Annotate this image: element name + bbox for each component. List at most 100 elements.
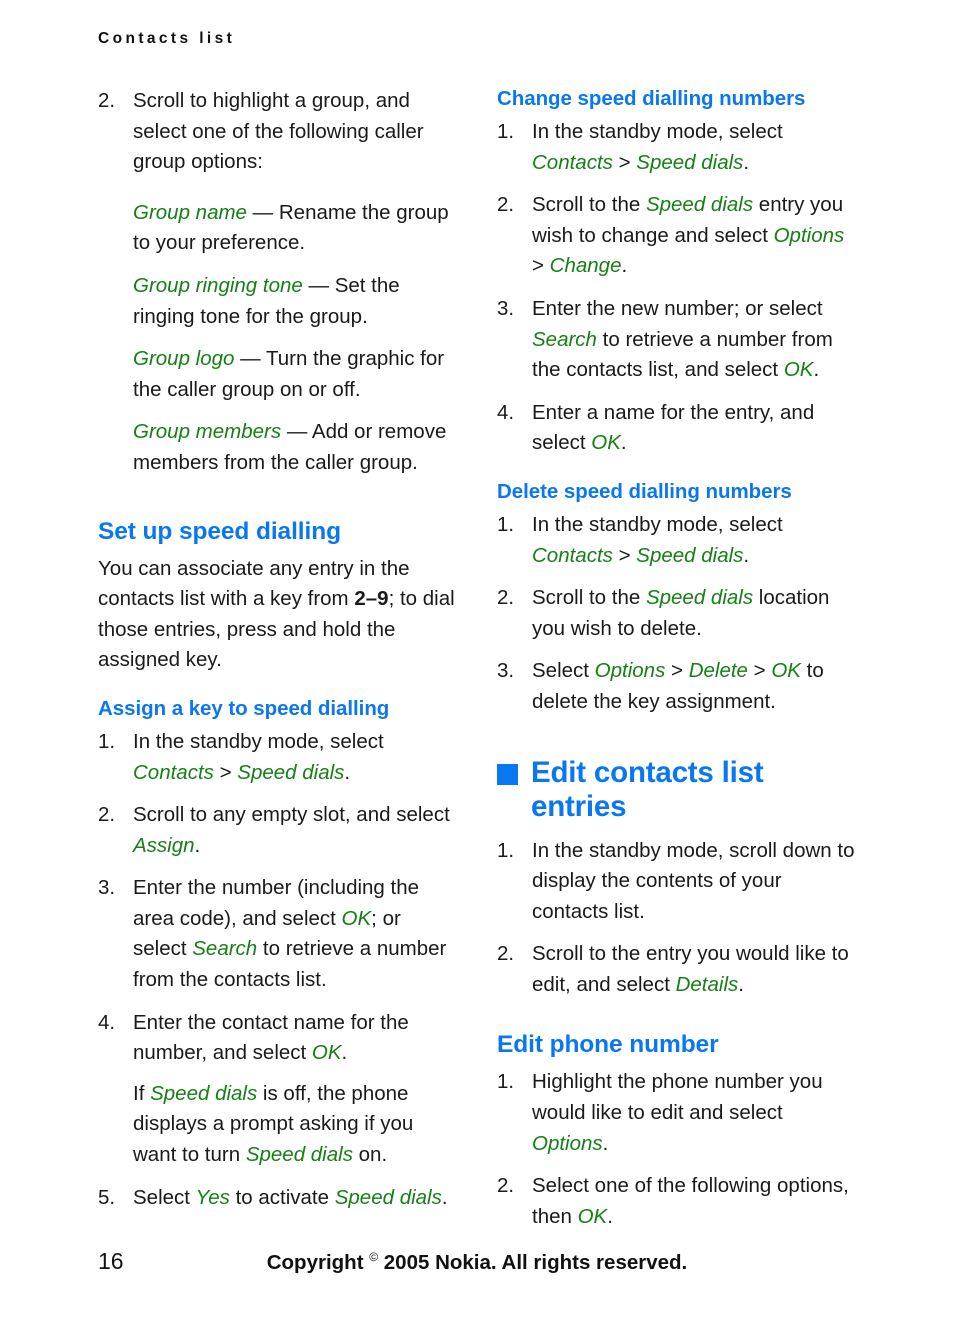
two-column-body: 2. Scroll to highlight a group, and selec… bbox=[98, 86, 870, 1228]
note-text-post: on. bbox=[352, 1143, 388, 1167]
list-number: 2. bbox=[497, 942, 515, 966]
list-item: 1. In the standby mode, select Contacts >… bbox=[497, 117, 857, 178]
list-number: 2. bbox=[98, 803, 116, 827]
step-text-pre: Enter the contact name for the number, a… bbox=[133, 1010, 409, 1065]
ui-term: OK bbox=[311, 1041, 342, 1065]
step-text-pre: Enter the new number; or select bbox=[532, 296, 823, 320]
ui-term: Contacts bbox=[532, 543, 613, 567]
note-text-pre: If bbox=[133, 1081, 151, 1105]
list-item: 4. Enter a name for the entry, and select… bbox=[497, 398, 857, 459]
ui-term: Speed dials bbox=[636, 543, 744, 567]
path-separator: > bbox=[747, 659, 772, 683]
ui-term: Speed dials bbox=[645, 586, 754, 610]
ui-term: Group members bbox=[133, 420, 282, 444]
list-item: 3. Enter the number (including the area c… bbox=[98, 873, 458, 995]
ui-term: Speed dials bbox=[636, 150, 744, 174]
assign-key-step-list: 1. In the standby mode, select Contacts >… bbox=[98, 727, 458, 1213]
list-item: 3. Select Options > Delete > OK to delete… bbox=[497, 656, 857, 717]
list-text: Scroll to highlight a group, and select … bbox=[133, 89, 424, 174]
step-text-pre: Scroll to any empty slot, and select bbox=[133, 803, 450, 827]
step-text-pre: In the standby mode, scroll down to disp… bbox=[532, 838, 855, 923]
list-number: 2. bbox=[497, 1174, 515, 1198]
ui-term: Search bbox=[192, 937, 258, 961]
ui-term: Assign bbox=[133, 833, 195, 857]
path-separator: > bbox=[612, 150, 637, 174]
step-text-post: . bbox=[441, 1185, 448, 1209]
heading-assign-key-to-speed-dialling: Assign a key to speed dialling bbox=[98, 696, 390, 720]
delete-speed-dialling-step-list: 1. In the standby mode, select Contacts >… bbox=[497, 510, 857, 718]
list-item: 1. Highlight the phone number you would l… bbox=[497, 1067, 857, 1159]
page-footer: 16 Copyright © 2005 Nokia. All rights re… bbox=[0, 1248, 954, 1288]
list-number: 1. bbox=[98, 729, 116, 753]
list-item: 2. Select one of the following options, t… bbox=[497, 1171, 857, 1232]
ui-term: Delete bbox=[688, 659, 748, 683]
step-text-post: . bbox=[738, 972, 744, 996]
list-number: 3. bbox=[497, 659, 515, 683]
step-text-pre: In the standby mode, select bbox=[133, 729, 384, 753]
step-text-post: . bbox=[194, 833, 201, 857]
ui-term: Speed dials bbox=[150, 1081, 258, 1105]
list-item: 2. Scroll to any empty slot, and select A… bbox=[98, 800, 458, 861]
step-text-pre: In the standby mode, select bbox=[532, 512, 783, 536]
ui-term: OK bbox=[577, 1204, 608, 1228]
copyright-notice: Copyright © 2005 Nokia. All rights reser… bbox=[0, 1250, 954, 1275]
step-text-mid: to activate bbox=[229, 1185, 335, 1209]
ui-term: Group ringing tone bbox=[133, 273, 303, 297]
path-separator: > bbox=[532, 254, 550, 278]
list-item: 1. In the standby mode, select Contacts >… bbox=[98, 727, 458, 788]
path-separator: > bbox=[665, 659, 689, 683]
list-item: 2. Scroll to the Speed dials location you… bbox=[497, 583, 857, 644]
list-number: 4. bbox=[98, 1010, 116, 1034]
ui-term: Details bbox=[675, 972, 739, 996]
em-dash: — bbox=[286, 420, 308, 444]
list-number: 3. bbox=[497, 296, 515, 320]
left-column: 2. Scroll to highlight a group, and selec… bbox=[98, 86, 458, 1213]
section-title-text: Edit contacts list entries bbox=[531, 755, 764, 823]
speed-dialling-intro: You can associate any entry in the conta… bbox=[98, 554, 458, 676]
list-number: 3. bbox=[98, 876, 116, 900]
step-text-post: . bbox=[813, 358, 820, 382]
list-item: 2. Scroll to the entry you would like to … bbox=[497, 939, 857, 1000]
list-number: 1. bbox=[497, 1070, 515, 1094]
heading-delete-speed-dialling-numbers: Delete speed dialling numbers bbox=[497, 479, 792, 503]
list-item: 1. In the standby mode, select Contacts >… bbox=[497, 510, 857, 571]
copyright-pre: Copyright bbox=[266, 1250, 370, 1274]
step-text-pre: Enter a name for the entry, and select bbox=[532, 400, 815, 455]
definition-group-ringing-tone: Group ringing tone — Set the ringing ton… bbox=[98, 271, 458, 332]
heading-change-speed-dialling-numbers: Change speed dialling numbers bbox=[497, 87, 806, 110]
list-item: 5. Select Yes to activate Speed dials. bbox=[98, 1183, 458, 1214]
ui-term: Search bbox=[532, 327, 597, 351]
step-text-pre: Select bbox=[133, 1185, 196, 1209]
step-text-pre: Scroll to the bbox=[532, 586, 646, 610]
ui-term: Group name bbox=[133, 200, 247, 224]
list-number: 1. bbox=[497, 512, 515, 536]
em-dash: — bbox=[308, 273, 330, 297]
list-item: 2. Scroll to highlight a group, and selec… bbox=[98, 86, 458, 178]
list-number: 2. bbox=[497, 193, 515, 217]
copyright-post: 2005 Nokia. All rights reserved. bbox=[378, 1250, 688, 1274]
em-dash: — bbox=[252, 200, 274, 224]
copyright-symbol: © bbox=[369, 1250, 379, 1264]
ui-term: OK bbox=[591, 431, 621, 455]
definition-group-members: Group members — Add or remove members fr… bbox=[98, 417, 458, 478]
step-text-post: . bbox=[341, 1041, 348, 1065]
right-column: Change speed dialling numbers 1. In the s… bbox=[497, 86, 857, 1232]
heading-set-up-speed-dialling: Set up speed dialling bbox=[98, 517, 341, 545]
step-text-post: . bbox=[602, 1131, 609, 1155]
path-separator: > bbox=[213, 760, 238, 784]
section-title-edit-contacts-list-entries: Edit contacts list entries bbox=[497, 756, 857, 824]
ui-term: Speed dials bbox=[245, 1143, 353, 1167]
ui-term: Speed dials bbox=[645, 193, 754, 217]
running-head: Contacts list bbox=[98, 30, 236, 47]
document-page: Contacts list 2. Scroll to highlight a gr… bbox=[0, 0, 954, 1322]
list-number: 2. bbox=[98, 89, 116, 112]
step-text-post: . bbox=[743, 150, 750, 174]
step-text-pre: Highlight the phone number you would lik… bbox=[532, 1070, 823, 1125]
change-speed-dialling-step-list: 1. In the standby mode, select Contacts >… bbox=[497, 117, 857, 459]
step-text-post: . bbox=[344, 760, 351, 784]
definition-group-name: Group name — Rename the group to your pr… bbox=[98, 198, 458, 259]
ui-term: Speed dials bbox=[237, 760, 345, 784]
key-range: 2–9 bbox=[354, 587, 389, 611]
list-item: 1. In the standby mode, scroll down to di… bbox=[497, 836, 857, 928]
definition-group-logo: Group logo — Turn the graphic for the ca… bbox=[98, 344, 458, 405]
